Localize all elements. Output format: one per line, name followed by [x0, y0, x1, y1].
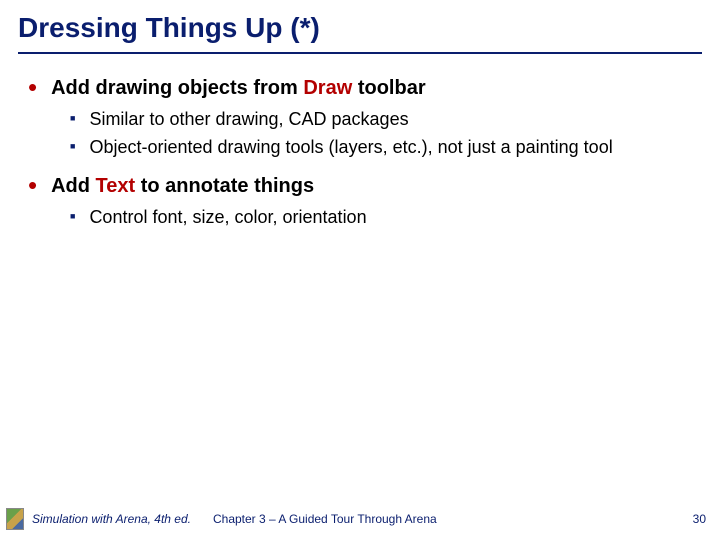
bullet-level2: ■ Similar to other drawing, CAD packages [70, 107, 702, 131]
title-rule [18, 52, 702, 54]
bullet-square-icon: ■ [70, 205, 75, 227]
footer: Simulation with Arena, 4th ed. Chapter 3… [0, 508, 720, 530]
bullet-square-icon: ■ [70, 135, 75, 157]
bullet-level1: • Add drawing objects from Draw toolbar [28, 76, 702, 101]
bullet-text: Add Text to annotate things [51, 174, 314, 199]
slide-title: Dressing Things Up (*) [18, 12, 702, 44]
bullet-dot-icon: • [28, 76, 37, 98]
footer-book-title: Simulation with Arena, 4th ed. [32, 512, 191, 526]
bullet-text-post: toolbar [352, 77, 425, 99]
bullet-dot-icon: • [28, 174, 37, 196]
bullet-level2: ■ Control font, size, color, orientation [70, 205, 702, 229]
sub-bullet-text: Object-oriented drawing tools (layers, e… [89, 135, 612, 159]
bullet-text: Add drawing objects from Draw toolbar [51, 76, 426, 101]
sub-bullet-text: Control font, size, color, orientation [89, 205, 366, 229]
bullet-text-accent: Text [96, 175, 136, 197]
bullet-level1: • Add Text to annotate things [28, 174, 702, 199]
book-logo-icon [6, 508, 24, 530]
footer-page-number: 30 [693, 512, 706, 526]
bullet-text-accent: Draw [303, 77, 352, 99]
bullet-level2: ■ Object-oriented drawing tools (layers,… [70, 135, 702, 159]
bullet-text-post: to annotate things [135, 175, 314, 197]
bullet-square-icon: ■ [70, 107, 75, 129]
sub-bullet-text: Similar to other drawing, CAD packages [89, 107, 408, 131]
slide-body: Dressing Things Up (*) • Add drawing obj… [0, 0, 720, 229]
bullet-text-pre: Add drawing objects from [51, 77, 303, 99]
bullet-text-pre: Add [51, 175, 95, 197]
footer-chapter: Chapter 3 – A Guided Tour Through Arena [213, 512, 693, 526]
